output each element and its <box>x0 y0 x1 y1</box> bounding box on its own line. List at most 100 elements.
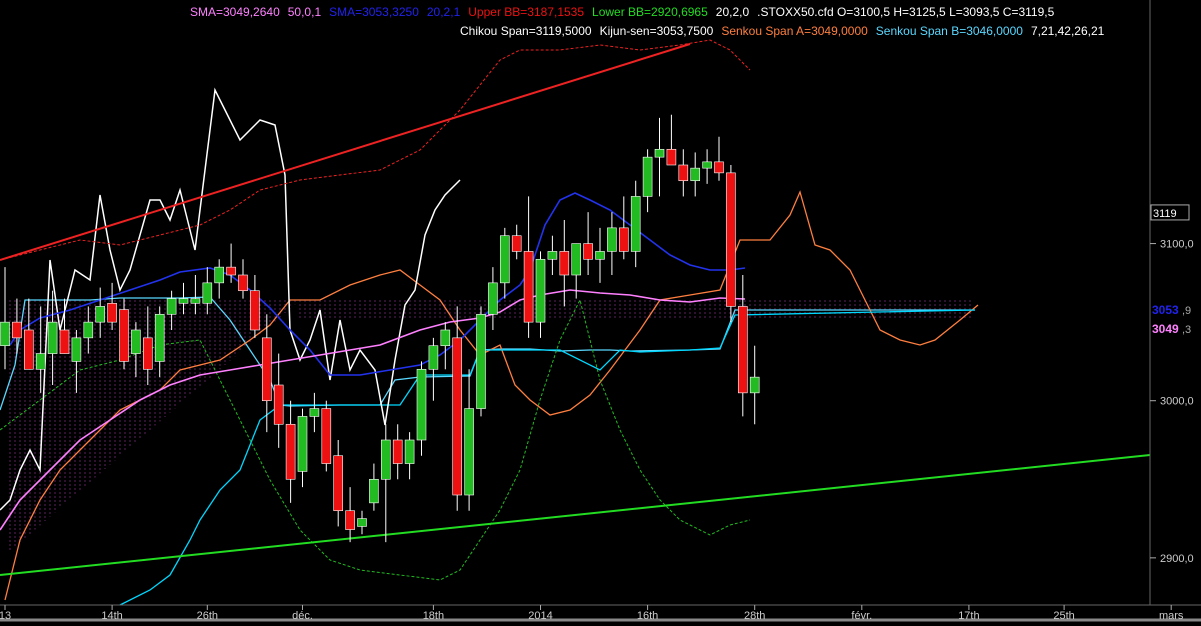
candle-up <box>214 266 224 284</box>
candle-down <box>143 337 153 370</box>
candle-up <box>476 313 486 409</box>
candle-down <box>583 243 593 260</box>
candle-up <box>749 376 760 394</box>
candle-down <box>59 329 70 354</box>
x-tick-label: 17th <box>958 610 979 622</box>
legend-entry: Senkou Span B=3046,0000 <box>875 24 1023 38</box>
legend-entry: .STOXX50.cfd O=3100,5 H=3125,5 L=3093,5 … <box>757 5 1055 19</box>
candle-up <box>369 478 379 504</box>
candle-up <box>131 329 141 354</box>
legend-entry: SMA=3049,2640 <box>190 5 280 19</box>
legend-entry: 7,21,42,26,21 <box>1030 24 1105 38</box>
candle-up <box>547 251 558 260</box>
candle-up <box>595 251 605 260</box>
candle-up <box>357 518 367 527</box>
price-tag-label: 3053 <box>1152 303 1179 317</box>
legend-entry: Kijun-sen=3053,7500 <box>599 24 714 38</box>
candle-up <box>297 416 308 472</box>
legend-entry: 50,0,1 <box>287 5 322 19</box>
candle-up <box>654 148 665 158</box>
candle-up <box>499 235 510 284</box>
x-tick-label: 13 <box>0 610 11 622</box>
candle-down <box>666 148 677 166</box>
candle-up <box>83 321 94 339</box>
candle-down <box>333 455 344 512</box>
candle-up <box>95 306 105 323</box>
candle-up <box>571 243 582 276</box>
candle-up <box>71 337 82 362</box>
x-tick-label: févr. <box>851 610 872 622</box>
candle-down <box>107 302 117 323</box>
y-tick-label: 3100,0 <box>1160 239 1194 251</box>
candle-up <box>0 321 10 347</box>
y-tick-label: 2900,0 <box>1160 553 1194 565</box>
candle-up <box>35 353 46 370</box>
x-tick-label: 2014 <box>528 610 552 622</box>
x-tick-label: 18th <box>423 610 444 622</box>
price-tag-label: 3049 <box>1152 322 1179 336</box>
candle-down <box>511 235 522 252</box>
legend-entry: Lower BB=2920,6965 <box>592 5 708 19</box>
candle-up <box>47 321 58 354</box>
candle-up <box>154 313 165 362</box>
candle-down <box>261 337 272 402</box>
candle-up <box>404 439 415 464</box>
candle-down <box>238 274 248 292</box>
candle-down <box>678 164 689 182</box>
legend-entry: 20,2,1 <box>426 5 461 19</box>
candle-down <box>345 510 355 530</box>
x-tick-label: 25th <box>1053 610 1074 622</box>
x-tick-label: 16th <box>637 610 658 622</box>
candle-up <box>488 282 498 315</box>
legend-entry: SMA=3053,3250 <box>329 5 419 19</box>
candle-down <box>119 309 129 362</box>
x-tick-label: déc. <box>292 610 313 622</box>
candle-up <box>535 258 546 323</box>
legend-line-2: Chikou Span=3119,5000 Kijun-sen=3053,7500… <box>460 24 1112 38</box>
candle-up <box>428 345 439 370</box>
candle-down <box>726 172 736 307</box>
x-tick-label: 28th <box>744 610 765 622</box>
candle-up <box>702 161 712 169</box>
candle-down <box>226 266 236 276</box>
legend-entry: Senkou Span A=3049,0000 <box>721 24 868 38</box>
legend-entry: Chikou Span=3119,5000 <box>460 24 592 38</box>
candle-down <box>285 423 296 480</box>
candle-down <box>618 227 629 252</box>
candle-up <box>440 329 451 347</box>
candle-down <box>321 408 332 464</box>
legend-entry: Upper BB=3187,1535 <box>468 5 585 19</box>
candle-down <box>737 306 748 394</box>
stoxx50-ichimoku-chart[interactable]: 2900,0 3000,0 3100,0 3119 3053,93049,3 13 14… <box>0 0 1201 626</box>
candle-up <box>630 196 641 252</box>
legend-entry: 20,2,0 <box>715 5 750 19</box>
candle-up <box>690 167 701 182</box>
candle-down <box>559 251 570 276</box>
x-tick-label: 26th <box>197 610 218 622</box>
candle-down <box>523 251 534 323</box>
x-tick-label: mars <box>1159 610 1184 622</box>
candle-down <box>12 321 22 339</box>
candle-up <box>202 282 213 304</box>
candle-up <box>607 227 617 252</box>
candle-down <box>714 161 724 174</box>
candle-up <box>309 408 320 417</box>
price-tag-suffix: ,3 <box>1182 324 1191 336</box>
candle-up <box>178 298 189 304</box>
candle-up <box>642 156 653 197</box>
price-tag-suffix: ,9 <box>1182 305 1191 317</box>
candle-up <box>464 408 474 496</box>
candle-down <box>23 329 34 370</box>
candle-down <box>392 439 403 464</box>
last-price-label: 3119 <box>1153 208 1177 220</box>
candle-down <box>273 384 284 425</box>
candle-up <box>380 439 391 480</box>
candle-up <box>190 298 201 304</box>
x-tick-label: 14th <box>101 610 122 622</box>
candle-up <box>166 298 177 315</box>
candle-down <box>250 290 260 331</box>
y-tick-label: 3000,0 <box>1160 396 1194 408</box>
legend-line-1: SMA=3049,2640 50,0,1 SMA=3053,3250 20,2,1 Up… <box>190 5 1062 19</box>
candle-up <box>416 368 427 441</box>
candle-down <box>452 337 463 496</box>
